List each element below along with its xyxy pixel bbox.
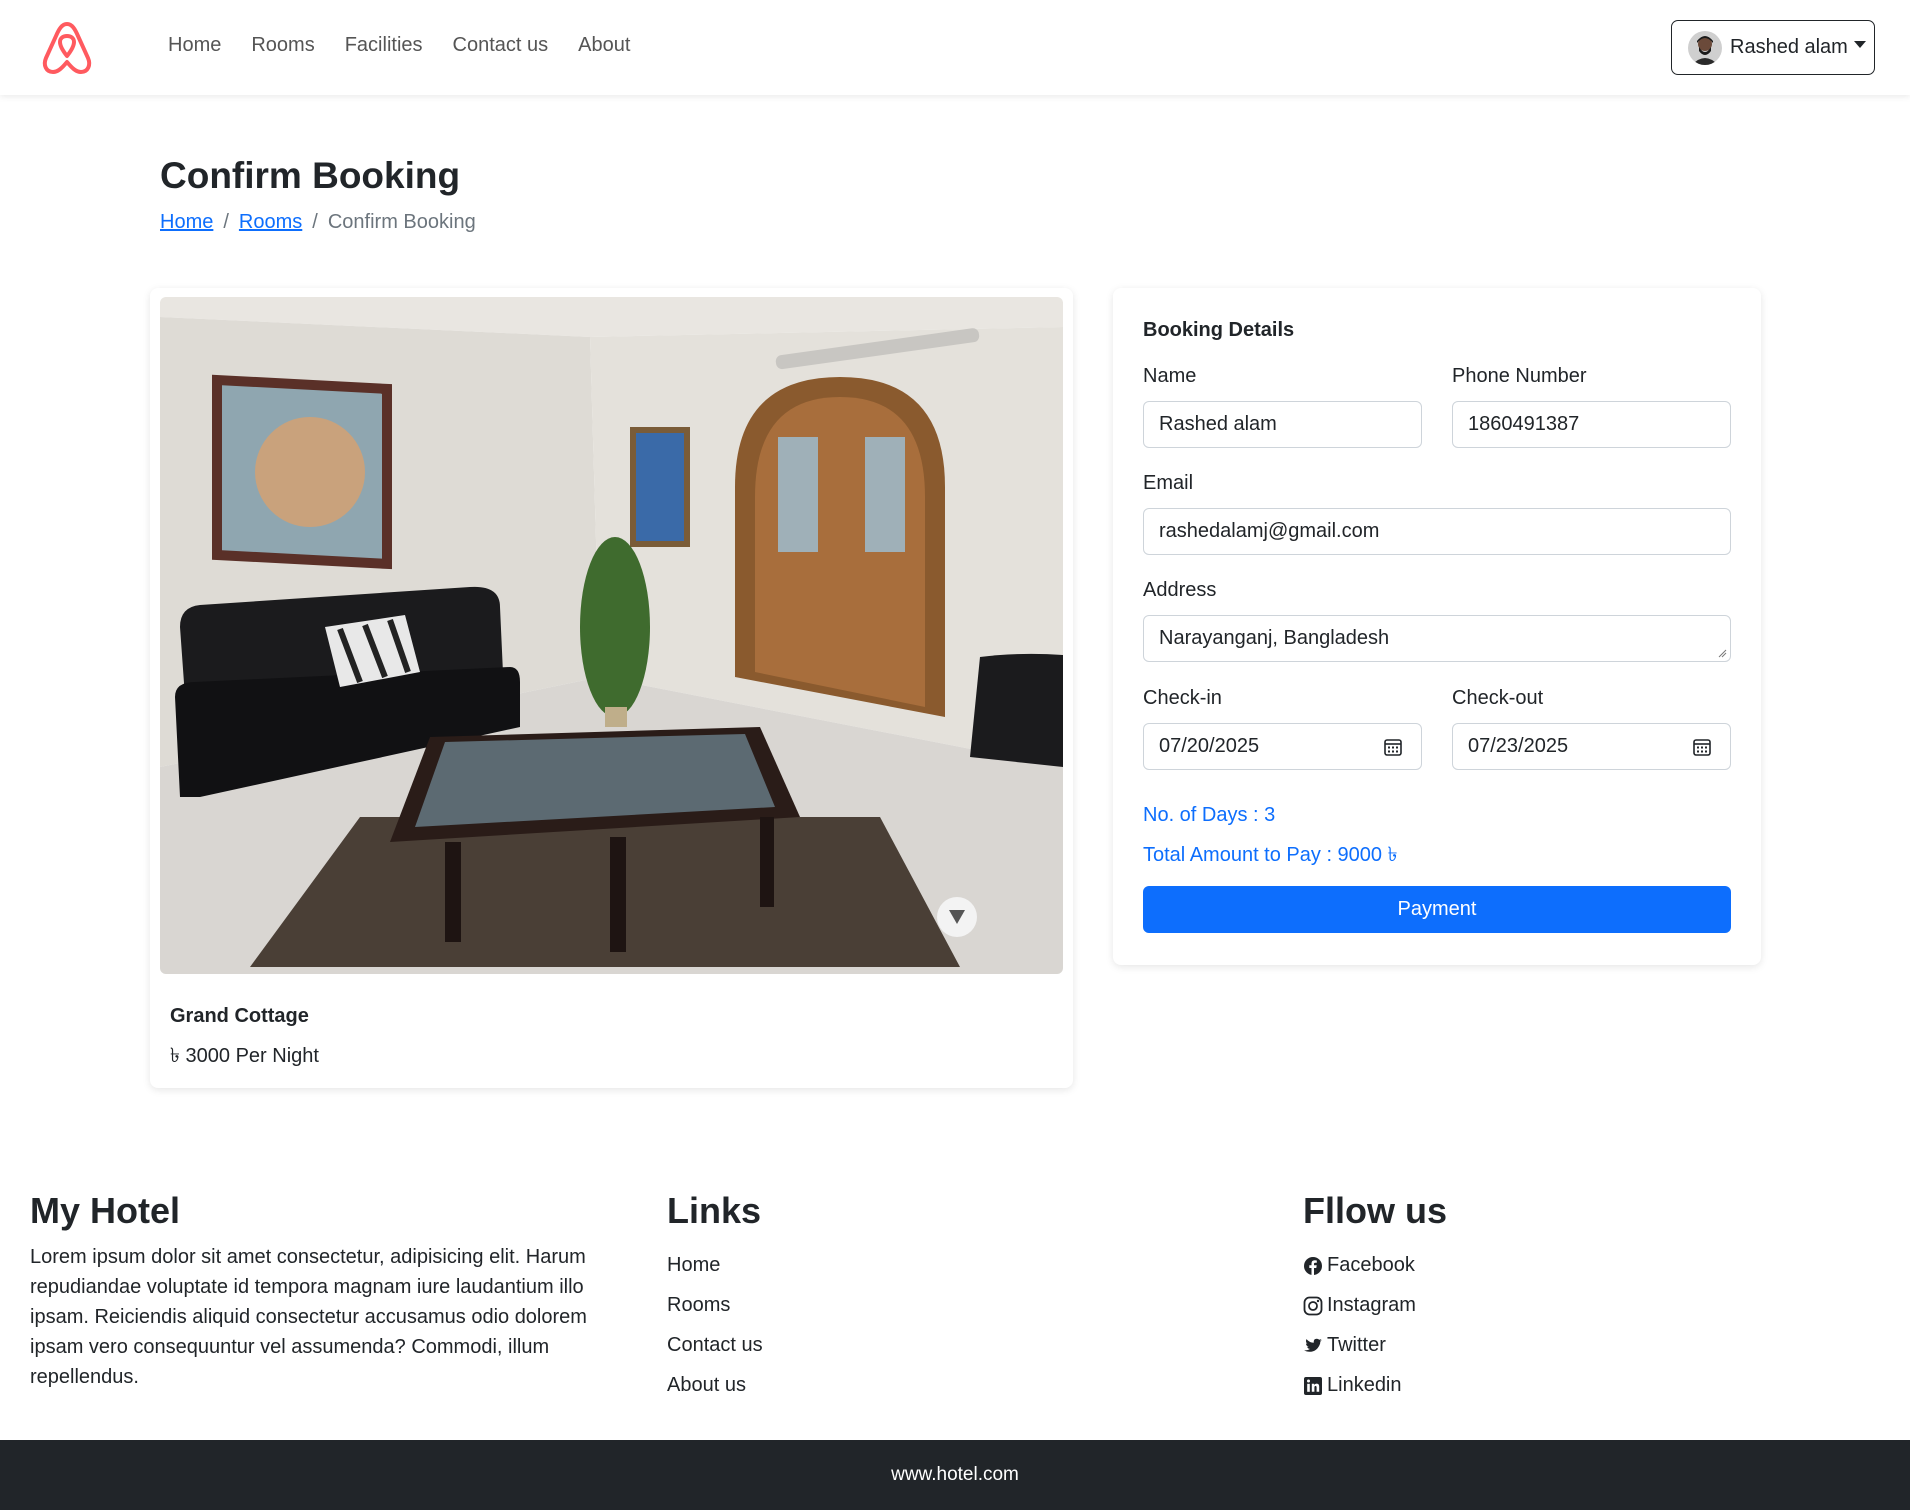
nav-link-facilities[interactable]: Facilities — [345, 34, 423, 57]
user-menu-button[interactable]: Rashed alam — [1671, 20, 1875, 75]
airbnb-logo-icon[interactable] — [40, 20, 94, 76]
linkedin-label: Linkedin — [1327, 1374, 1402, 1396]
room-price: ৳ 3000 Per Night — [170, 1045, 319, 1067]
checkin-date-field[interactable]: 07/20/2025 — [1143, 723, 1422, 770]
footer-social-heading: Fllow us — [1303, 1190, 1447, 1231]
total-amount: Total Amount to Pay : 9000 ৳ — [1143, 844, 1398, 866]
address-value: Narayanganj, Bangladesh — [1159, 627, 1390, 649]
breadcrumb-home[interactable]: Home — [160, 211, 213, 234]
name-label: Name — [1143, 365, 1197, 387]
checkin-value: 07/20/2025 — [1159, 735, 1260, 757]
room-image — [160, 297, 1063, 974]
nav-link-rooms[interactable]: Rooms — [251, 34, 314, 57]
resize-grip-icon[interactable] — [1717, 648, 1727, 658]
breadcrumb: Home / Rooms / Confirm Booking — [160, 211, 476, 234]
navbar: Home Rooms Facilities Contact us About R… — [0, 0, 1910, 95]
footer-link-contact[interactable]: Contact us — [667, 1334, 763, 1357]
nav-links: Home Rooms Facilities Contact us About — [168, 34, 630, 57]
footer-social-facebook[interactable]: Facebook — [1303, 1254, 1415, 1277]
footer-social-instagram[interactable]: Instagram — [1303, 1294, 1416, 1317]
site-url: www.hotel.com — [891, 1464, 1019, 1485]
checkout-date-field[interactable]: 07/23/2025 — [1452, 723, 1731, 770]
checkin-label: Check-in — [1143, 687, 1222, 709]
breadcrumb-current: Confirm Booking — [327, 211, 476, 233]
name-value: Rashed alam — [1159, 413, 1277, 435]
room-name: Grand Cottage — [170, 1005, 309, 1027]
breadcrumb-separator: / — [223, 211, 229, 233]
name-field[interactable]: Rashed alam — [1143, 401, 1422, 448]
checkout-value: 07/23/2025 — [1468, 735, 1569, 757]
booking-details-title: Booking Details — [1143, 319, 1295, 341]
checkout-label: Check-out — [1452, 687, 1544, 709]
booking-details-card: Booking Details Name Rashed alam Phone N… — [1113, 288, 1761, 965]
facebook-icon — [1304, 1256, 1322, 1275]
caret-down-icon — [1853, 41, 1866, 48]
instagram-label: Instagram — [1327, 1294, 1416, 1316]
page-title: Confirm Booking — [160, 155, 461, 196]
facebook-label: Facebook — [1327, 1254, 1415, 1276]
nav-link-about[interactable]: About — [578, 34, 630, 57]
email-value: rashedalamj@gmail.com — [1159, 520, 1380, 542]
email-field[interactable]: rashedalamj@gmail.com — [1143, 508, 1731, 555]
footer-link-rooms[interactable]: Rooms — [667, 1294, 730, 1317]
days-count: No. of Days : 3 — [1143, 804, 1276, 826]
footer-social-twitter[interactable]: Twitter — [1303, 1334, 1386, 1357]
phone-value: 1860491387 — [1468, 413, 1580, 435]
linkedin-icon — [1304, 1376, 1322, 1395]
address-textarea[interactable]: Narayanganj, Bangladesh — [1143, 615, 1731, 662]
address-label: Address — [1143, 579, 1217, 601]
phone-label: Phone Number — [1452, 365, 1587, 387]
user-name: Rashed alam — [1730, 36, 1848, 58]
footer-link-about[interactable]: About us — [667, 1374, 746, 1397]
footer-social-linkedin[interactable]: Linkedin — [1303, 1374, 1402, 1397]
footer-link-home[interactable]: Home — [667, 1254, 720, 1277]
payment-button[interactable]: Payment — [1143, 886, 1731, 933]
calendar-icon[interactable] — [1383, 737, 1403, 757]
footer-about-text: Lorem ipsum dolor sit amet consectetur, … — [30, 1246, 587, 1388]
email-label: Email — [1143, 472, 1194, 494]
twitter-icon — [1304, 1338, 1322, 1352]
room-card: Grand Cottage ৳ 3000 Per Night — [150, 288, 1073, 1088]
instagram-icon — [1303, 1296, 1323, 1315]
footer-about-heading: My Hotel — [30, 1190, 181, 1231]
breadcrumb-rooms[interactable]: Rooms — [239, 211, 302, 234]
twitter-label: Twitter — [1327, 1334, 1386, 1356]
nav-link-home[interactable]: Home — [168, 34, 221, 57]
phone-field[interactable]: 1860491387 — [1452, 401, 1731, 448]
calendar-icon[interactable] — [1692, 737, 1712, 757]
avatar — [1688, 30, 1722, 65]
bottom-bar: www.hotel.com — [0, 1440, 1910, 1510]
footer-links-heading: Links — [667, 1190, 762, 1231]
nav-link-contact[interactable]: Contact us — [453, 34, 549, 57]
breadcrumb-separator: / — [312, 211, 318, 233]
